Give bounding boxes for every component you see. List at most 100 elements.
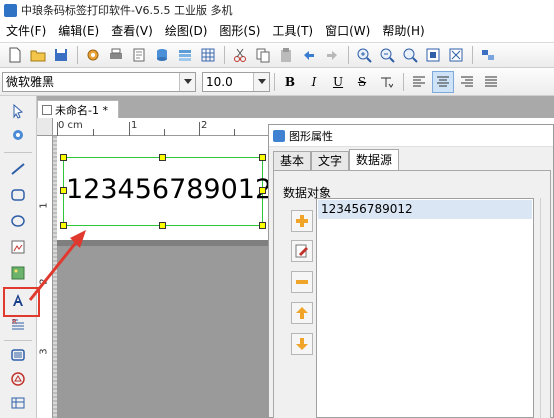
edit-data-button[interactable] [291, 240, 313, 262]
resize-handle-ne[interactable] [259, 154, 266, 161]
qrcode-tool[interactable] [6, 368, 30, 390]
new-file-button[interactable] [4, 44, 26, 66]
paragraph-icon: R [12, 318, 24, 330]
ellipse-tool[interactable] [6, 210, 30, 232]
shape-tool[interactable] [6, 236, 30, 258]
print-preview-button[interactable] [128, 44, 150, 66]
menu-window[interactable]: 窗口(W) [319, 20, 376, 42]
align-left-button[interactable] [408, 71, 430, 93]
undo-button[interactable] [298, 44, 320, 66]
toolbox-separator [4, 152, 32, 153]
multiline-text-tool[interactable]: R [6, 314, 30, 336]
ruler-tick [93, 129, 94, 136]
layers-button[interactable] [174, 44, 196, 66]
database-icon [157, 49, 167, 61]
fit-page-button[interactable] [422, 44, 444, 66]
redo-icon [327, 51, 337, 60]
tab-text[interactable]: 文字 [311, 151, 350, 170]
font-name-select[interactable]: 微软雅黑 [2, 71, 196, 92]
zoom-button[interactable] [399, 44, 421, 66]
database-button[interactable] [151, 44, 173, 66]
printer-icon [110, 48, 122, 59]
actual-size-button[interactable] [445, 44, 467, 66]
window-title: 中琅条码标签打印软件-V6.5.5 工业版 多机 [21, 4, 233, 17]
dialog-title: 图形属性 [289, 129, 333, 143]
italic-button[interactable]: I [303, 71, 325, 93]
zoom-in-button[interactable] [353, 44, 375, 66]
table-tool[interactable] [6, 392, 30, 414]
menu-edit[interactable]: 编辑(E) [52, 20, 105, 42]
redo-button[interactable] [321, 44, 343, 66]
document-icon [42, 104, 52, 115]
ruler-tick [129, 122, 130, 136]
align-center-button[interactable] [432, 70, 454, 93]
rectangle-tool[interactable] [6, 184, 30, 206]
cut-button[interactable] [229, 44, 251, 66]
shape-icon [11, 240, 25, 254]
align-button[interactable] [477, 44, 499, 66]
menu-view[interactable]: 查看(V) [105, 20, 159, 42]
resize-handle-e[interactable] [259, 187, 266, 194]
align-right-button[interactable] [456, 71, 478, 93]
list-item[interactable]: 123456789012 [318, 200, 532, 219]
grid-button[interactable] [197, 44, 219, 66]
barcode-text-object[interactable]: 123456789012 [66, 174, 272, 205]
resize-handle-se[interactable] [259, 222, 266, 229]
text-direction-button[interactable] [375, 71, 397, 93]
chevron-down-icon[interactable] [179, 72, 195, 91]
resize-handle-nw[interactable] [60, 154, 67, 161]
ruler-label: 0 cm [58, 120, 83, 131]
menu-file[interactable]: 文件(F) [0, 20, 52, 42]
resize-handle-s[interactable] [159, 222, 166, 229]
copy-button[interactable] [252, 44, 274, 66]
dialog-tabs: 基本 文字 数据源 [273, 149, 400, 170]
open-button[interactable] [27, 44, 49, 66]
zoom-out-button[interactable] [376, 44, 398, 66]
resize-handle-sw[interactable] [60, 222, 67, 229]
tab-datasource[interactable]: 数据源 [349, 149, 400, 170]
bold-button[interactable]: B [279, 71, 301, 93]
app-icon [4, 3, 17, 17]
format-toolbar: 微软雅黑 10.0 B I U S [0, 68, 554, 96]
rounded-rect-icon [11, 189, 25, 201]
edit-icon [295, 244, 308, 258]
menu-draw[interactable]: 绘图(D) [159, 20, 214, 42]
move-down-button[interactable] [291, 333, 313, 355]
resize-handle-n[interactable] [159, 154, 166, 161]
image-tool[interactable] [6, 262, 30, 284]
save-icon [55, 49, 67, 61]
rotate-tool[interactable] [6, 124, 30, 146]
menu-help[interactable]: 帮助(H) [376, 20, 430, 42]
strikethrough-button[interactable]: S [351, 71, 373, 93]
fit-page-icon [426, 48, 440, 62]
align-icon [482, 50, 494, 60]
align-right-icon [461, 76, 473, 86]
document-tab-label: 未命名-1 * [55, 103, 108, 117]
ruler-label: 1 [38, 202, 50, 209]
move-up-button[interactable] [291, 302, 313, 324]
barcode-tool[interactable] [6, 344, 30, 366]
delete-data-button[interactable] [291, 271, 313, 293]
save-button[interactable] [50, 44, 72, 66]
line-tool[interactable] [6, 158, 30, 180]
settings-button[interactable] [82, 44, 104, 66]
justify-button[interactable] [480, 71, 502, 93]
barcode-icon [11, 349, 25, 361]
add-data-button[interactable] [291, 210, 313, 232]
font-name-value: 微软雅黑 [6, 75, 55, 89]
chevron-down-icon[interactable] [253, 72, 269, 91]
menu-tools[interactable]: 工具(T) [266, 20, 319, 42]
grid-icon [201, 48, 215, 62]
data-object-list[interactable] [316, 198, 534, 418]
select-tool[interactable] [6, 100, 30, 122]
print-button[interactable] [105, 44, 127, 66]
document-tab[interactable]: 未命名-1 * [37, 100, 119, 118]
font-size-select[interactable]: 10.0 [202, 71, 270, 92]
tab-basic[interactable]: 基本 [273, 151, 312, 170]
undo-icon [304, 51, 314, 60]
resize-handle-w[interactable] [60, 187, 67, 194]
underline-button[interactable]: U [327, 71, 349, 93]
plus-icon [296, 215, 308, 227]
menu-shape[interactable]: 图形(S) [213, 20, 266, 42]
paste-button[interactable] [275, 44, 297, 66]
